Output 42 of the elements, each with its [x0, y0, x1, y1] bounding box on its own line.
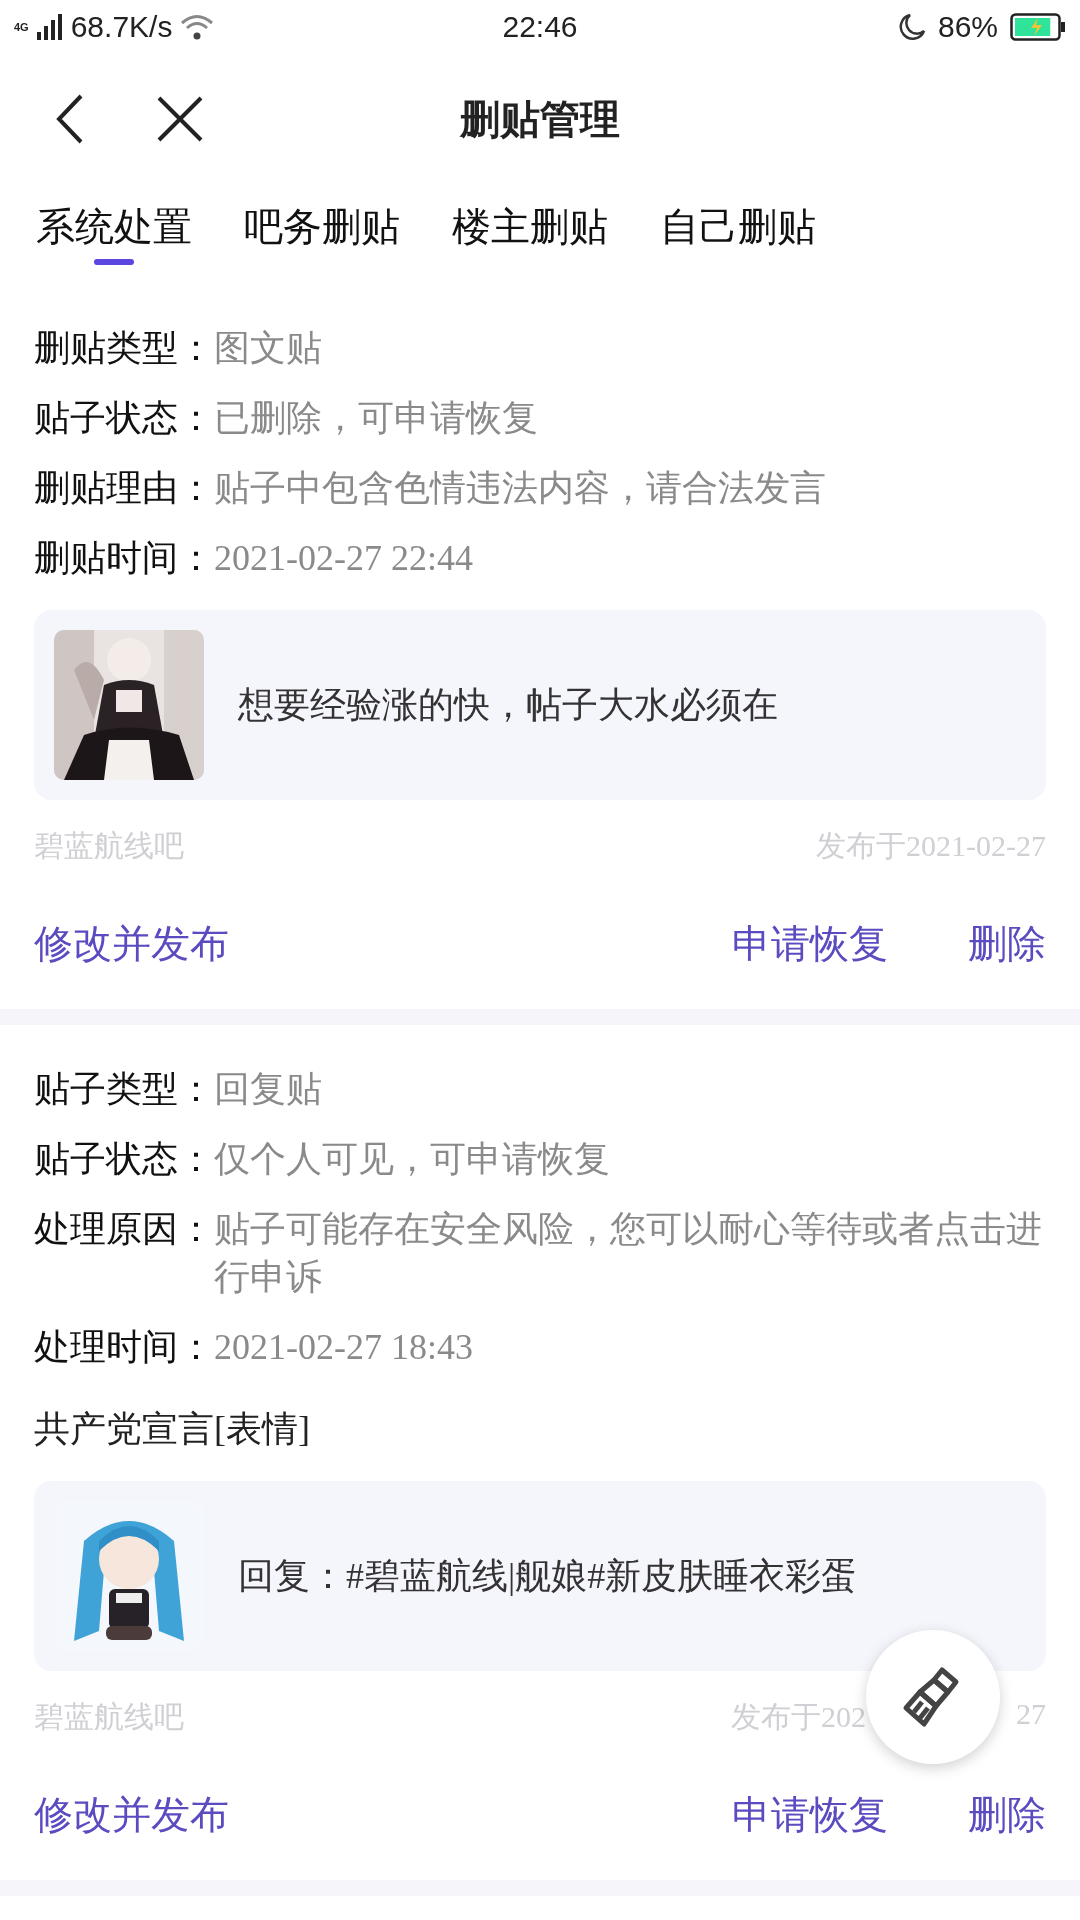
field-value: 贴子中包含色情违法内容，请合法发言: [214, 467, 827, 510]
field-value: 贴子可能存在安全风险，您可以耐心等待或者点击进行申诉: [214, 1208, 1043, 1299]
back-icon: [55, 94, 85, 144]
field-value: 2021-02-27 18:43: [214, 1326, 474, 1369]
action-link[interactable]: 申请恢复: [732, 917, 888, 971]
network-label: 4G: [14, 21, 29, 33]
field-value: 回复贴: [214, 1068, 323, 1111]
page-title: 删贴管理: [460, 96, 620, 142]
post-card[interactable]: 想要经验涨的快，帖子大水必须在: [34, 610, 1046, 800]
field-value: 2021-02-27 22:44: [214, 537, 474, 580]
field-label: 删贴类型：: [34, 327, 214, 370]
field-label: 删贴理由：: [34, 467, 214, 510]
tab[interactable]: 自己删贴: [660, 204, 816, 282]
battery-icon: [1010, 13, 1066, 41]
tab[interactable]: 楼主删贴: [452, 204, 608, 282]
action-link[interactable]: 修改并发布: [34, 1788, 229, 1842]
tab[interactable]: 系统处置: [36, 204, 192, 282]
field-value: 已删除，可申请恢复: [214, 397, 539, 440]
action-link[interactable]: 修改并发布: [34, 917, 229, 971]
wifi-icon: [180, 13, 215, 41]
clock: 22:46: [502, 10, 578, 44]
post-title: 想要经验涨的快，帖子大水必须在: [238, 683, 778, 727]
network-speed: 68.7K/s: [70, 10, 173, 44]
post-content: 共产党宣言[表情]: [34, 1408, 311, 1451]
field-label: 删贴时间：: [34, 537, 214, 580]
battery-percent: 86%: [937, 10, 998, 44]
field-value: 图文贴: [214, 327, 323, 370]
tab[interactable]: 吧务删贴: [244, 204, 400, 282]
field-label: 贴子状态：: [34, 1138, 214, 1181]
post-card[interactable]: 回复：#碧蓝航线|舰娘#新皮肤睡衣彩蛋: [34, 1481, 1046, 1671]
field-label: 贴子类型：: [34, 1068, 214, 1111]
field-label: 贴子状态：: [34, 397, 214, 440]
post-title: 回复：#碧蓝航线|舰娘#新皮肤睡衣彩蛋: [238, 1554, 858, 1598]
close-icon: [157, 96, 203, 142]
action-link[interactable]: 申请恢复: [732, 1788, 888, 1842]
field-label: 处理时间：: [34, 1326, 214, 1369]
moon-icon: [897, 13, 926, 41]
action-link[interactable]: 删除: [968, 917, 1046, 971]
field-label: 处理原因：: [34, 1208, 214, 1251]
field-value: 仅个人可见，可申请恢复: [214, 1138, 611, 1181]
signal-icon: [36, 14, 63, 40]
action-link[interactable]: 删除: [968, 1788, 1046, 1842]
